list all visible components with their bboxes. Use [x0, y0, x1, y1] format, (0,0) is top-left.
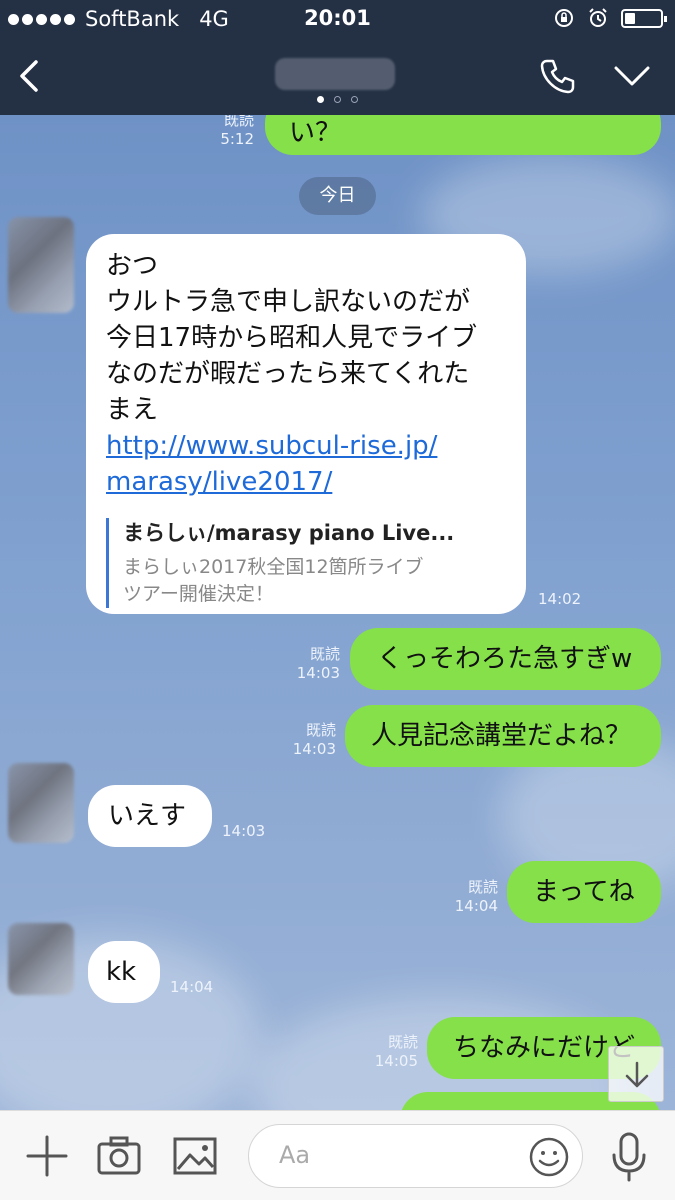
alarm-icon	[589, 8, 607, 27]
message-text: いえす	[108, 801, 187, 831]
message-link[interactable]: marasy/live2017/	[106, 464, 506, 500]
read-receipt: 既読	[309, 645, 340, 663]
battery-icon	[621, 8, 667, 28]
message-line: なのだが暇だったら来てくれた	[106, 359, 470, 389]
emoji-icon[interactable]	[528, 1136, 570, 1178]
chat-header	[0, 40, 675, 115]
status-bar: SoftBank 4G 20:01	[0, 0, 675, 40]
lock-rotation-icon	[555, 9, 573, 27]
page-indicator	[0, 96, 675, 103]
avatar[interactable]	[8, 763, 74, 843]
plus-icon[interactable]	[24, 1133, 70, 1179]
link-preview-description: まらしぃ2017秋全国12箇所ライブ ツアー開催決定！	[123, 556, 424, 605]
message-line: おつ	[106, 251, 159, 281]
message-bubble-out[interactable]: くっそわろた急すぎw	[350, 628, 661, 690]
message-link[interactable]: http://www.subcul-rise.jp/	[106, 428, 506, 464]
message-time: 14:03	[292, 740, 336, 758]
message-time: 14:04	[454, 897, 498, 915]
message-line: 今日17時から昭和人見でライブ	[106, 323, 478, 353]
read-receipt: 既読	[467, 878, 498, 896]
message-text: 人見記念講堂だよね？	[371, 721, 632, 751]
avatar[interactable]	[8, 217, 74, 313]
contact-name[interactable]	[275, 58, 395, 90]
input-bar: Aa	[0, 1110, 675, 1200]
read-receipt: 既読	[305, 721, 336, 739]
message-time: 14:03	[296, 664, 340, 682]
message-text: くっそわろた急すぎw	[377, 644, 633, 674]
message-bubble-out[interactable]: まってね	[507, 861, 661, 923]
message-time: 14:05	[374, 1052, 418, 1070]
link-preview[interactable]: まらしぃ/marasy piano Live... まらしぃ2017秋全国12箇…	[106, 518, 506, 608]
message-text: kk	[106, 957, 137, 987]
mic-icon[interactable]	[606, 1131, 652, 1183]
message-text: い？	[289, 118, 342, 148]
read-receipt: 既読	[223, 115, 254, 129]
message-bubble-out[interactable]: い？	[265, 115, 661, 155]
back-icon[interactable]	[14, 56, 44, 96]
message-time: 5:12	[220, 130, 254, 148]
message-bubble-out[interactable]: 人見記念講堂だよね？	[345, 705, 661, 767]
phone-icon[interactable]	[538, 56, 578, 96]
message-bubble-in[interactable]: おつ ウルトラ急で申し訳ないのだが 今日17時から昭和人見でライブ なのだが暇だ…	[86, 234, 526, 614]
message-text: まってね	[533, 877, 635, 907]
message-time: 14:03	[222, 822, 266, 840]
avatar[interactable]	[8, 923, 74, 995]
message-input[interactable]: Aa	[248, 1124, 583, 1188]
link-preview-title: まらしぃ/marasy piano Live...	[123, 521, 455, 545]
read-receipt: 既読	[387, 1033, 418, 1051]
camera-icon[interactable]	[96, 1133, 142, 1179]
message-time: 14:02	[538, 590, 582, 608]
chat-area[interactable]: 既読 5:12 い？ 今日 おつ ウルトラ急で申し訳ないのだが 今日17時から昭…	[0, 115, 675, 1110]
message-bubble-in[interactable]: いえす	[88, 785, 212, 847]
message-line: ウルトラ急で申し訳ないのだが	[106, 287, 471, 317]
chevron-down-icon[interactable]	[612, 60, 652, 90]
date-divider: 今日	[299, 177, 376, 215]
arrow-down-icon	[625, 1061, 649, 1088]
message-input-placeholder: Aa	[279, 1141, 311, 1169]
message-line: まえ	[106, 395, 159, 425]
message-bubble-in[interactable]: kk	[88, 941, 160, 1003]
message-time: 14:04	[170, 978, 214, 996]
scroll-to-bottom-button[interactable]	[608, 1046, 664, 1102]
image-icon[interactable]	[172, 1133, 218, 1179]
